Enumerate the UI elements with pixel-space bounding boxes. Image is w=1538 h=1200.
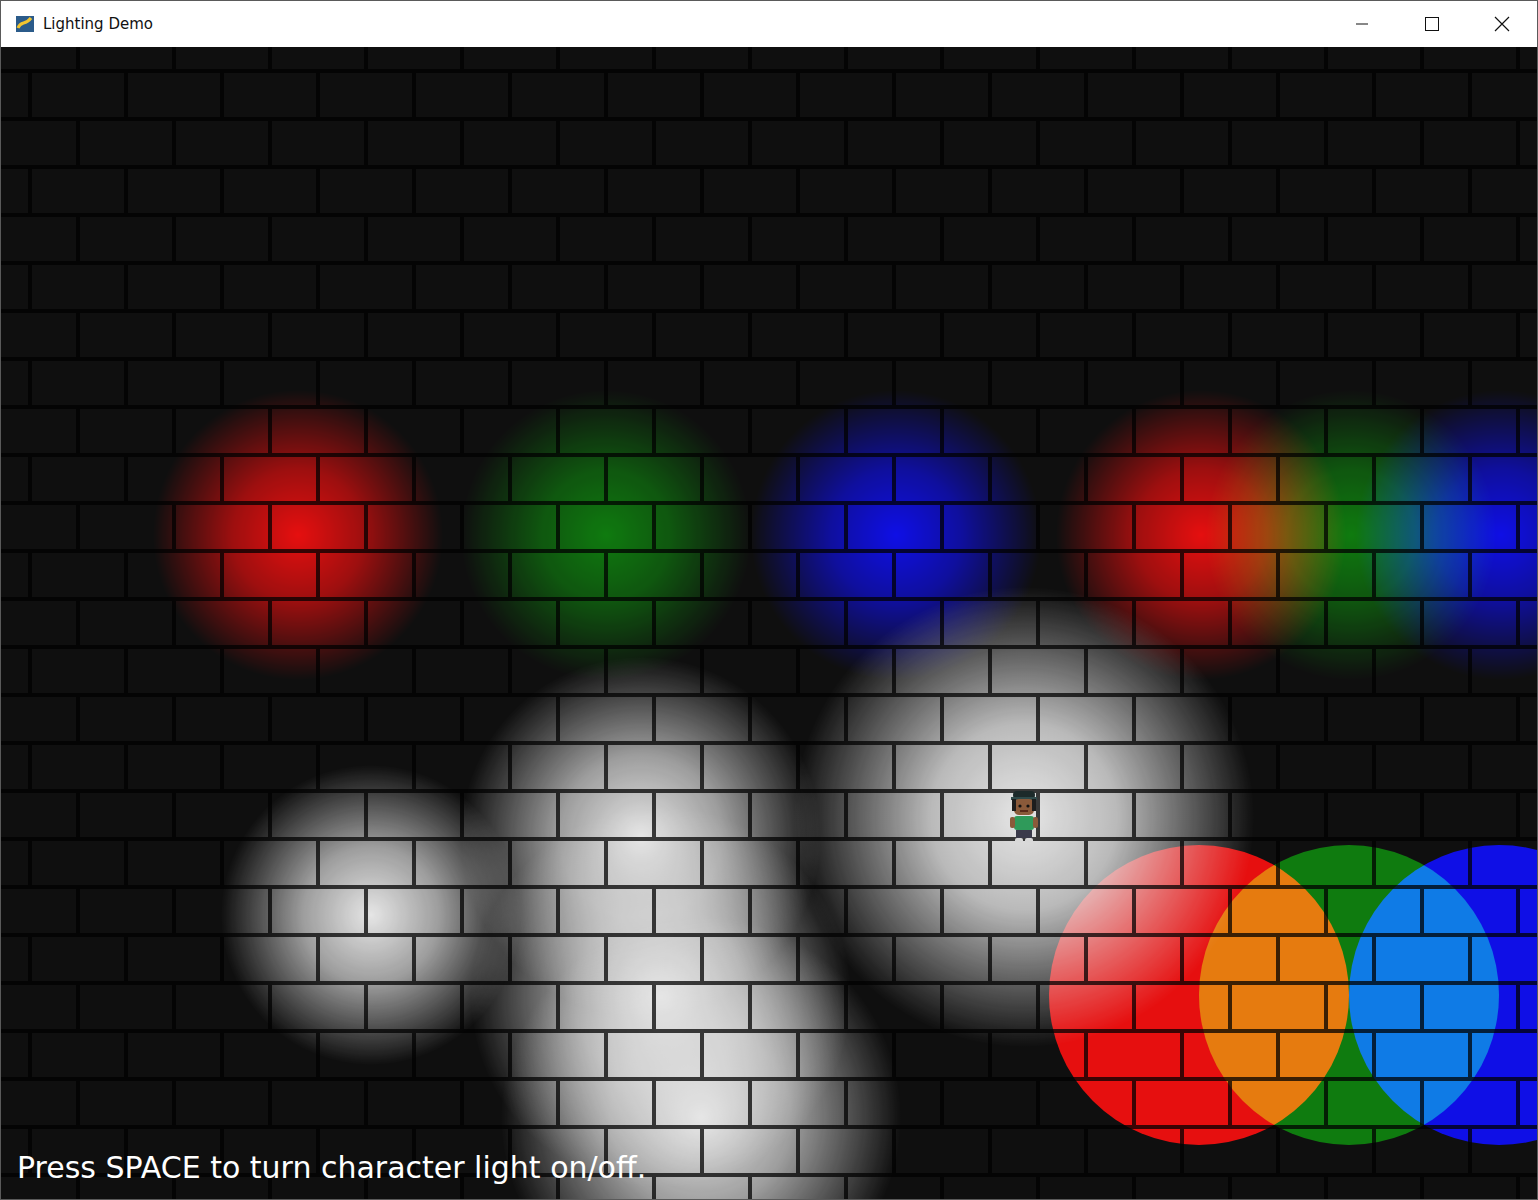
maximize-button[interactable] — [1397, 1, 1467, 47]
pygame-icon — [15, 14, 35, 34]
minimize-button[interactable] — [1327, 1, 1397, 47]
close-button[interactable] — [1467, 1, 1537, 47]
close-icon — [1494, 16, 1510, 32]
game-window: Lighting Demo Press SPACE to turn charact… — [0, 0, 1538, 1200]
character-sprite[interactable] — [1004, 789, 1044, 845]
hint-text: Press SPACE to turn character light on/o… — [17, 1150, 646, 1185]
title-bar: Lighting Demo — [1, 1, 1537, 47]
game-canvas[interactable]: Press SPACE to turn character light on/o… — [1, 47, 1537, 1199]
brick-wall — [1, 47, 1537, 1199]
brick-pattern — [1, 47, 1537, 1199]
window-title: Lighting Demo — [43, 15, 153, 33]
minimize-icon — [1356, 18, 1368, 30]
maximize-icon — [1425, 17, 1439, 31]
